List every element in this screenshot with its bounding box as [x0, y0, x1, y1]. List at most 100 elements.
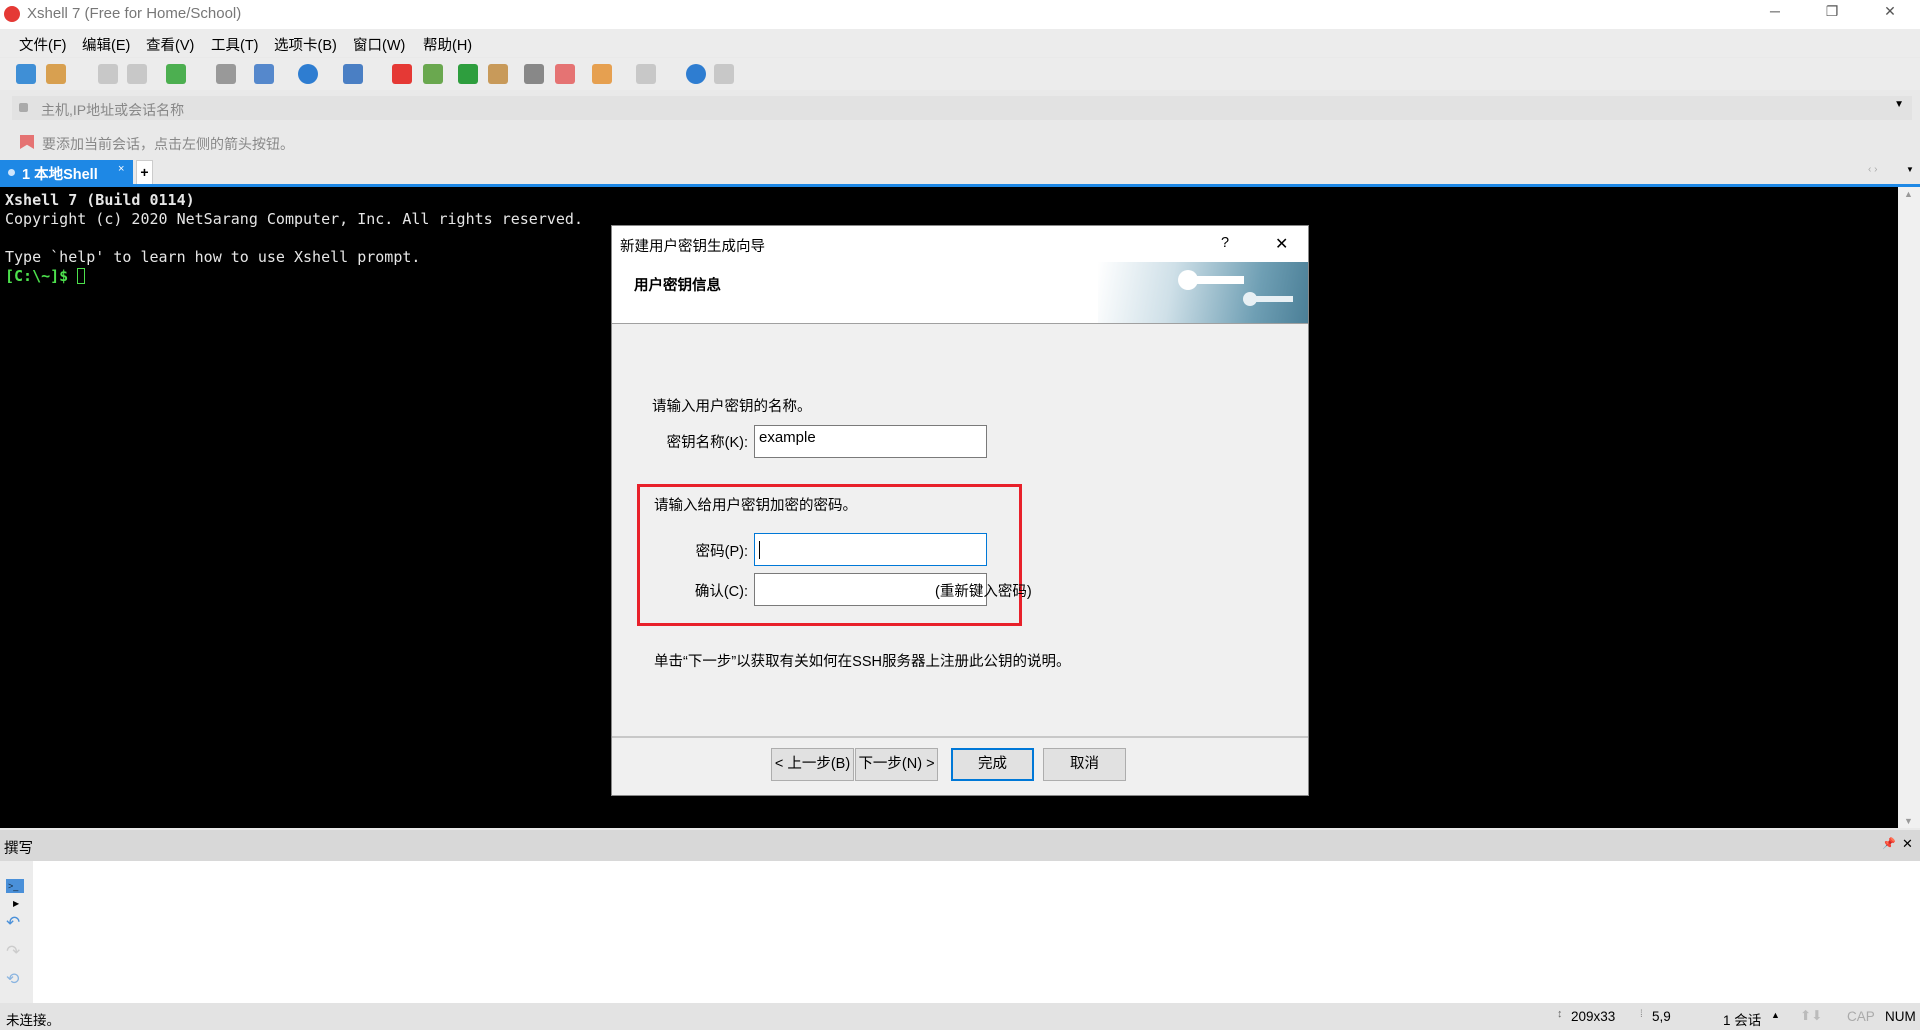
compose-close-button[interactable]: ✕ [1902, 836, 1913, 852]
pin-icon[interactable]: 📌 [1882, 837, 1896, 850]
key-name-input[interactable]: example [754, 425, 987, 458]
menu-window[interactable]: 窗口(W) [353, 34, 405, 55]
window-title: Xshell 7 (Free for Home/School) [27, 5, 242, 22]
expand-arrow-icon[interactable]: ▶ [13, 899, 19, 908]
redo-icon[interactable]: ↷ [6, 942, 20, 962]
add-tab-button[interactable]: + [136, 160, 153, 185]
compose-input[interactable] [33, 861, 1920, 1003]
fullscreen-icon[interactable] [458, 64, 478, 84]
address-input[interactable]: 主机,IP地址或会话名称 [41, 100, 184, 120]
globe-icon[interactable] [298, 64, 318, 84]
restore-button[interactable]: ❐ [1812, 3, 1852, 20]
tab-list-chevron-icon[interactable]: ▼ [1906, 165, 1914, 174]
menu-edit[interactable]: 编辑(E) [82, 34, 130, 55]
password-prompt: 请输入给用户密钥加密的密码。 [654, 498, 857, 514]
key-shaft-icon [1194, 276, 1244, 284]
lock-icon [19, 103, 28, 112]
new-session-icon[interactable] [16, 64, 36, 84]
connection-status: 未连接。 [6, 1013, 60, 1028]
text-cursor [759, 541, 760, 559]
terminal-scrollbar[interactable]: ▲ ▼ [1898, 187, 1920, 828]
terminal-prompt: [C:\~]$ [5, 267, 78, 285]
transfer-icon[interactable] [254, 64, 274, 84]
password-label: 密码(P): [695, 544, 748, 560]
scroll-up-icon[interactable]: ▲ [1904, 189, 1913, 199]
back-button[interactable]: < 上一步(B) [771, 748, 854, 781]
menu-tools[interactable]: 工具(T) [211, 34, 259, 55]
keyboard-icon[interactable] [524, 64, 544, 84]
next-button[interactable]: 下一步(N) > [855, 748, 938, 781]
menu-file[interactable]: 文件(F) [19, 34, 67, 55]
name-prompt: 请输入用户密钥的名称。 [652, 399, 812, 415]
help-icon[interactable] [686, 64, 706, 84]
tab-bar: 1 本地Shell × + ‹ › ▼ [0, 158, 1920, 185]
menu-view[interactable]: 查看(V) [146, 34, 194, 55]
chevron-down-icon[interactable]: ▼ [1894, 99, 1904, 110]
tab-label: 1 本地Shell [22, 167, 98, 183]
tab-local-shell[interactable]: 1 本地Shell × [0, 160, 133, 185]
undo-icon[interactable]: ↶ [6, 913, 20, 933]
bookmark-arrow-icon[interactable] [20, 135, 34, 149]
session-count[interactable]: 1 会话 [1723, 1009, 1761, 1029]
highlight-icon[interactable] [555, 64, 575, 84]
finish-button[interactable]: 完成 [951, 748, 1034, 781]
toolbar [0, 58, 1920, 90]
cancel-button[interactable]: 取消 [1043, 748, 1126, 781]
compose-sidebar: >_ ▶ ↶ ↷ ⟲ [0, 861, 33, 1003]
terminal-cursor [77, 268, 86, 284]
key-name-label: 密钥名称(K): [666, 435, 748, 451]
minimize-button[interactable]: ─ [1755, 3, 1795, 19]
cursor-position: 5,9 [1652, 1009, 1671, 1024]
dialog-separator [612, 736, 1308, 738]
tab-status-dot-icon [8, 169, 15, 176]
menu-help[interactable]: 帮助(H) [423, 34, 472, 55]
cursor-pos-icon: ⁞ [1640, 1009, 1643, 1020]
session-menu-icon[interactable]: ▲ [1771, 1010, 1780, 1020]
find-icon[interactable] [216, 64, 236, 84]
new-tab-group-icon[interactable] [592, 64, 612, 84]
hint-text: 要添加当前会话，点击左侧的箭头按钮。 [42, 136, 294, 152]
scroll-arrows-icon: ⬆⬇ [1800, 1008, 1823, 1023]
session-hint-bar: 要添加当前会话，点击左侧的箭头按钮。 [0, 130, 1920, 154]
num-lock-indicator: NUM [1885, 1009, 1916, 1024]
connect-icon[interactable] [98, 64, 118, 84]
address-bar[interactable]: 主机,IP地址或会话名称 ▼ [12, 96, 1912, 120]
dialog-close-button[interactable]: ✕ [1275, 234, 1288, 254]
terminal-line: Xshell 7 (Build 0114) [5, 191, 195, 209]
xftp-icon[interactable] [423, 64, 443, 84]
menu-bar: 文件(F) 编辑(E) 查看(V) 工具(T) 选项卡(B) 窗口(W) 帮助(… [0, 29, 1920, 57]
scroll-down-icon[interactable]: ▼ [1904, 816, 1913, 826]
dialog-header: 用户密钥信息 [612, 262, 1308, 324]
close-window-button[interactable]: ✕ [1870, 3, 1910, 20]
small-key-shaft-icon [1253, 296, 1293, 302]
disconnect-icon[interactable] [127, 64, 147, 84]
status-bar: 未连接。 ↕ 209x33 ⁞ 5,9 1 会话 ▲ ⬆⬇ CAP NUM [0, 1003, 1920, 1030]
open-folder-icon[interactable] [46, 64, 66, 84]
keys-banner-image [1098, 262, 1308, 323]
font-icon[interactable] [343, 64, 363, 84]
tab-scroll-icon[interactable]: ‹ › [1868, 164, 1877, 175]
key-wizard-dialog: 新建用户密钥生成向导 ? ✕ 用户密钥信息 请输入用户密钥的名称。 密钥名称(K… [611, 225, 1309, 796]
dialog-help-button[interactable]: ? [1221, 235, 1229, 251]
terminal-icon[interactable]: >_ [6, 879, 24, 893]
password-input[interactable] [754, 533, 987, 566]
dialog-title: 新建用户密钥生成向导 [620, 239, 765, 255]
confirm-label: 确认(C): [694, 584, 748, 600]
compose-title: 撰写 [4, 841, 33, 857]
dialog-header-title: 用户密钥信息 [634, 278, 721, 294]
dialog-title-bar: 新建用户密钥生成向导 ? ✕ [612, 226, 1308, 262]
confirm-hint: (重新键入密码) [935, 584, 1032, 600]
layout-icon[interactable] [636, 64, 656, 84]
chat-icon[interactable] [714, 64, 734, 84]
terminal-size: 209x33 [1571, 1009, 1616, 1024]
tab-close-button[interactable]: × [118, 163, 124, 175]
size-icon: ↕ [1557, 1008, 1563, 1020]
history-icon[interactable]: ⟲ [6, 969, 19, 989]
properties-icon[interactable] [166, 64, 186, 84]
xshell-logo-icon [4, 6, 20, 22]
title-bar: Xshell 7 (Free for Home/School) ─ ❐ ✕ [0, 0, 1920, 29]
lock-icon[interactable] [488, 64, 508, 84]
xshell-icon[interactable] [392, 64, 412, 84]
menu-tab[interactable]: 选项卡(B) [274, 34, 337, 55]
caps-lock-indicator: CAP [1847, 1009, 1875, 1024]
